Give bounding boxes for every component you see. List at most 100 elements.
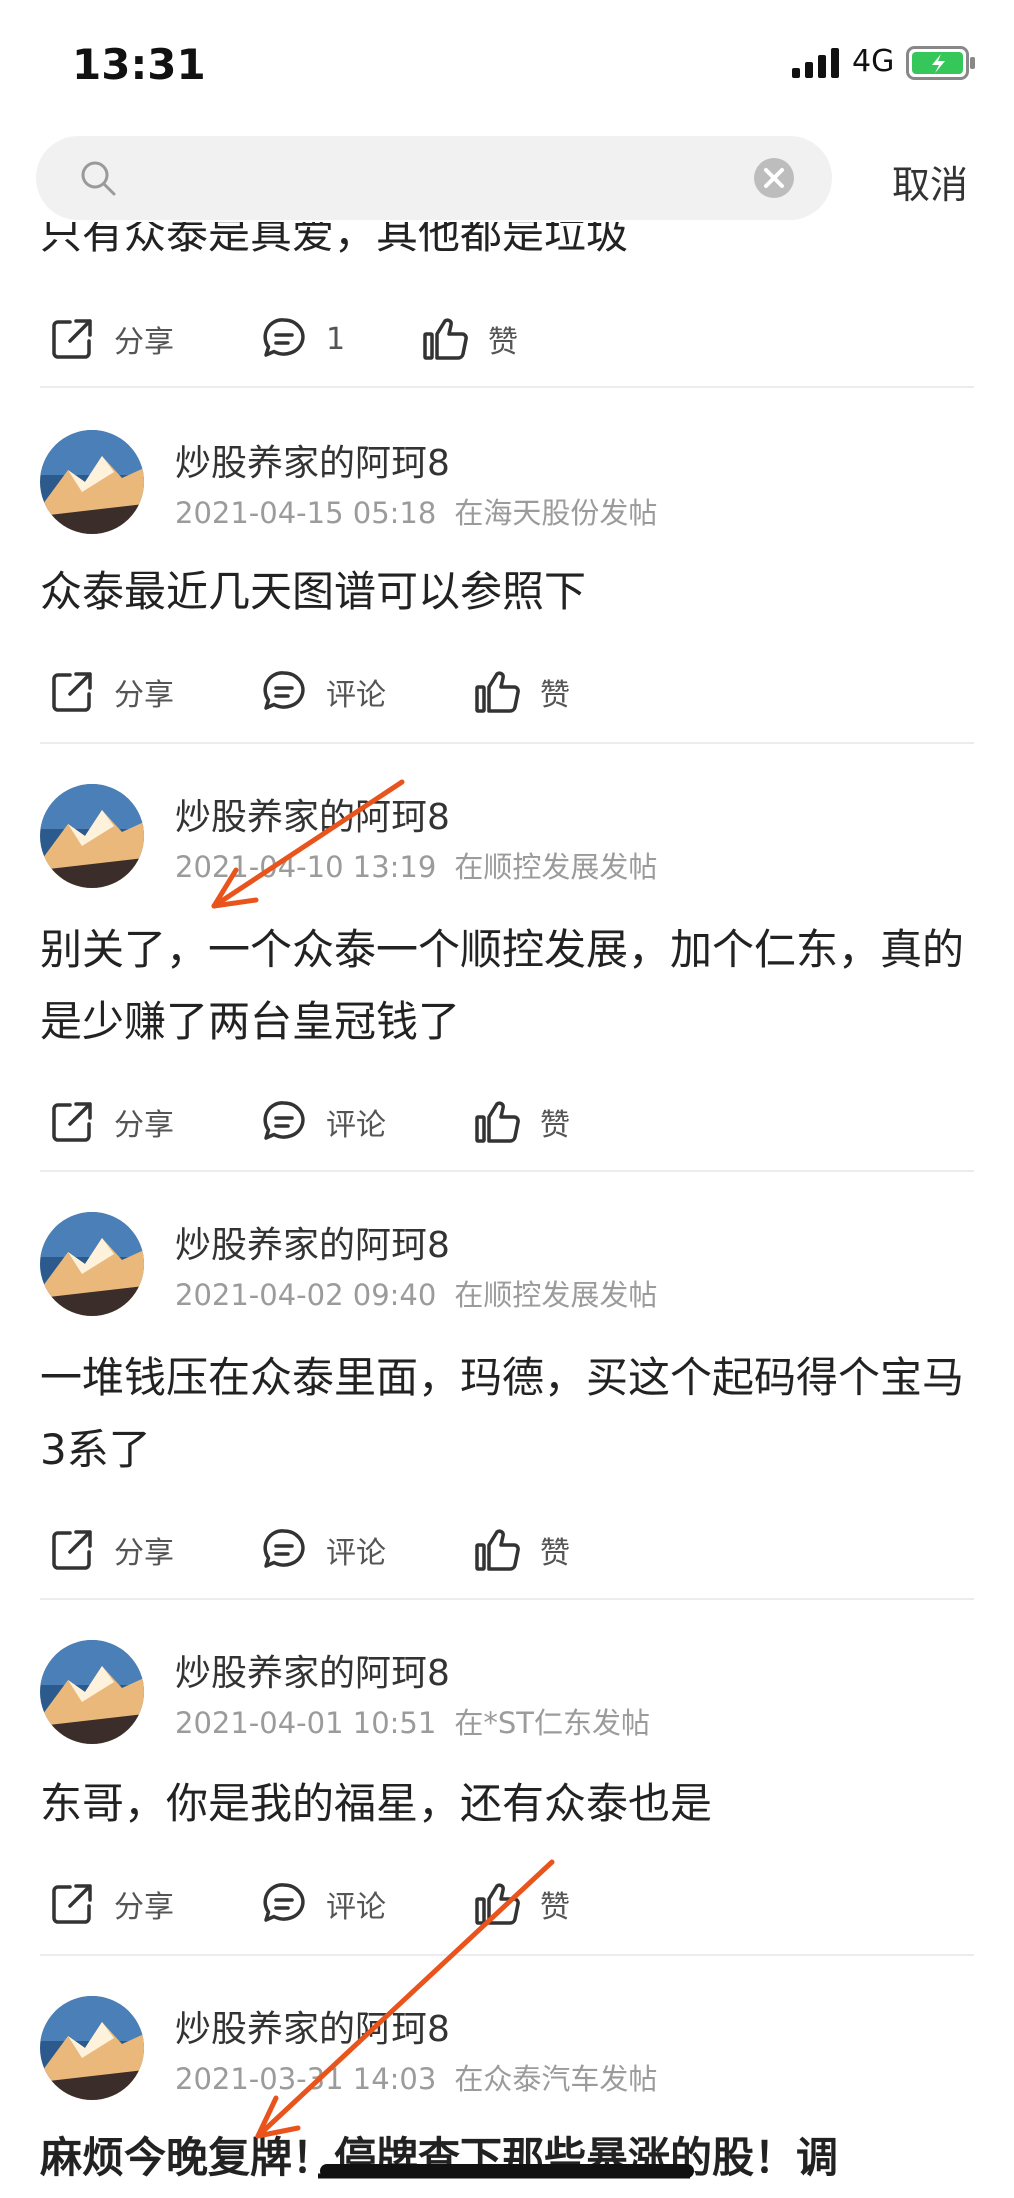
post-datetime: 2021-04-15 05:18 bbox=[175, 496, 437, 530]
post-datetime: 2021-04-02 09:40 bbox=[175, 1278, 437, 1312]
comment-label: 评论 bbox=[326, 1108, 386, 1143]
share-label: 分享 bbox=[114, 1108, 174, 1143]
thumbs-up-icon bbox=[423, 318, 468, 360]
like-label: 赞 bbox=[540, 678, 570, 713]
avatar-mountain-image bbox=[40, 1212, 144, 1316]
share-icon bbox=[52, 1884, 92, 1924]
search-icon bbox=[81, 161, 116, 196]
avatar[interactable] bbox=[40, 1212, 144, 1316]
author-name[interactable]: 炒股养家的阿珂8 bbox=[175, 1644, 450, 1696]
share-label: 分享 bbox=[114, 325, 174, 360]
avatar-mountain-image bbox=[40, 784, 144, 888]
comment-icon bbox=[263, 1529, 305, 1568]
post-content[interactable]: 麻烦今晚复牌！停牌查下那些暴涨的股！调 bbox=[40, 2122, 974, 2194]
post-meta: 2021-04-15 05:18 在海天股份发帖 bbox=[175, 490, 675, 532]
like-label: 赞 bbox=[488, 325, 518, 360]
battery-icon bbox=[906, 46, 975, 80]
comment-icon bbox=[263, 1101, 305, 1140]
thumbs-up-icon bbox=[475, 1101, 520, 1143]
comment-button[interactable]: 评论 bbox=[258, 664, 386, 720]
post-location[interactable]: 在*ST仁东发帖 bbox=[454, 1706, 650, 1740]
like-label: 赞 bbox=[540, 1536, 570, 1571]
post-content[interactable]: 别关了，一个众泰一个顺控发展，加个仁东，真的是少赚了两台皇冠钱了 bbox=[40, 914, 974, 1058]
comment-icon bbox=[263, 1883, 305, 1922]
post-actions: 分享 评论 赞 bbox=[40, 1522, 974, 1578]
post-content[interactable]: 众泰最近几天图谱可以参照下 bbox=[40, 556, 974, 628]
thumbs-up-icon bbox=[475, 1883, 520, 1925]
cancel-button[interactable]: 取消 bbox=[892, 154, 968, 209]
comment-label: 评论 bbox=[326, 1890, 386, 1925]
network-type: 4G bbox=[852, 44, 895, 79]
share-icon bbox=[52, 1102, 92, 1142]
avatar-mountain-image bbox=[40, 430, 144, 534]
avatar-mountain-image bbox=[40, 1996, 144, 2100]
share-button[interactable]: 分享 bbox=[46, 1876, 174, 1932]
post-location[interactable]: 在顺控发展发帖 bbox=[454, 1278, 657, 1312]
share-icon bbox=[52, 672, 92, 712]
post-actions: 分享 1 赞 bbox=[40, 311, 974, 367]
like-button[interactable]: 赞 bbox=[472, 1876, 570, 1932]
share-button[interactable]: 分享 bbox=[46, 1094, 174, 1150]
comment-icon bbox=[263, 318, 305, 357]
status-bar: 13:31 4G bbox=[0, 0, 1014, 120]
comment-button[interactable]: 评论 bbox=[258, 1522, 386, 1578]
share-icon bbox=[52, 1530, 92, 1570]
post-meta: 2021-04-01 10:51 在*ST仁东发帖 bbox=[175, 1700, 668, 1742]
post-location[interactable]: 在海天股份发帖 bbox=[454, 496, 657, 530]
author-name[interactable]: 炒股养家的阿珂8 bbox=[175, 788, 450, 840]
share-button[interactable]: 分享 bbox=[46, 311, 174, 367]
post-meta: 2021-04-02 09:40 在顺控发展发帖 bbox=[175, 1272, 675, 1314]
signal-icon bbox=[792, 48, 839, 78]
post-actions: 分享 评论 赞 bbox=[40, 1876, 974, 1932]
like-button[interactable]: 赞 bbox=[472, 1522, 570, 1578]
post-meta: 2021-04-10 13:19 在顺控发展发帖 bbox=[175, 844, 675, 886]
clear-icon[interactable] bbox=[752, 156, 796, 200]
author-name[interactable]: 炒股养家的阿珂8 bbox=[175, 1216, 450, 1268]
like-label: 赞 bbox=[540, 1890, 570, 1925]
comment-label: 评论 bbox=[326, 678, 386, 713]
thumbs-up-icon bbox=[475, 1529, 520, 1571]
like-label: 赞 bbox=[540, 1108, 570, 1143]
comment-label: 1 bbox=[326, 321, 346, 357]
avatar-mountain-image bbox=[40, 1640, 144, 1744]
avatar[interactable] bbox=[40, 1640, 144, 1744]
share-button[interactable]: 分享 bbox=[46, 1522, 174, 1578]
post-meta: 2021-03-31 14:03 在众泰汽车发帖 bbox=[175, 2056, 675, 2098]
divider bbox=[40, 386, 974, 388]
post-content-partial: 只有众泰是真爱，其他都是垃圾 bbox=[40, 222, 629, 258]
comment-button[interactable]: 评论 bbox=[258, 1094, 386, 1150]
like-button[interactable]: 赞 bbox=[420, 311, 518, 367]
post-content[interactable]: 东哥，你是我的福星，还有众泰也是 bbox=[40, 1768, 974, 1840]
avatar[interactable] bbox=[40, 1996, 144, 2100]
post-datetime: 2021-03-31 14:03 bbox=[175, 2062, 437, 2096]
author-name[interactable]: 炒股养家的阿珂8 bbox=[175, 2000, 450, 2052]
post-location[interactable]: 在众泰汽车发帖 bbox=[454, 2062, 657, 2096]
like-button[interactable]: 赞 bbox=[472, 664, 570, 720]
avatar[interactable] bbox=[40, 784, 144, 888]
post-actions: 分享 评论 赞 bbox=[40, 1094, 974, 1150]
share-label: 分享 bbox=[114, 1890, 174, 1925]
post-content[interactable]: 一堆钱压在众泰里面，玛德，买这个起码得个宝马3系了 bbox=[40, 1342, 974, 1486]
divider bbox=[40, 742, 974, 744]
comment-button[interactable]: 1 bbox=[258, 311, 345, 367]
author-name[interactable]: 炒股养家的阿珂8 bbox=[175, 434, 450, 486]
share-button[interactable]: 分享 bbox=[46, 664, 174, 720]
like-button[interactable]: 赞 bbox=[472, 1094, 570, 1150]
search-bar[interactable] bbox=[36, 136, 832, 220]
post-datetime: 2021-04-01 10:51 bbox=[175, 1706, 437, 1740]
share-label: 分享 bbox=[114, 1536, 174, 1571]
post-location[interactable]: 在顺控发展发帖 bbox=[454, 850, 657, 884]
divider bbox=[40, 1954, 974, 1956]
comment-button[interactable]: 评论 bbox=[258, 1876, 386, 1932]
home-indicator[interactable] bbox=[320, 2164, 694, 2178]
avatar[interactable] bbox=[40, 430, 144, 534]
post-actions: 分享 评论 赞 bbox=[40, 664, 974, 720]
share-label: 分享 bbox=[114, 678, 174, 713]
comment-label: 评论 bbox=[326, 1536, 386, 1571]
status-time: 13:31 bbox=[72, 40, 206, 89]
post-datetime: 2021-04-10 13:19 bbox=[175, 850, 437, 884]
comment-icon bbox=[263, 671, 305, 710]
divider bbox=[40, 1598, 974, 1600]
thumbs-up-icon bbox=[475, 671, 520, 713]
share-icon bbox=[52, 319, 92, 359]
